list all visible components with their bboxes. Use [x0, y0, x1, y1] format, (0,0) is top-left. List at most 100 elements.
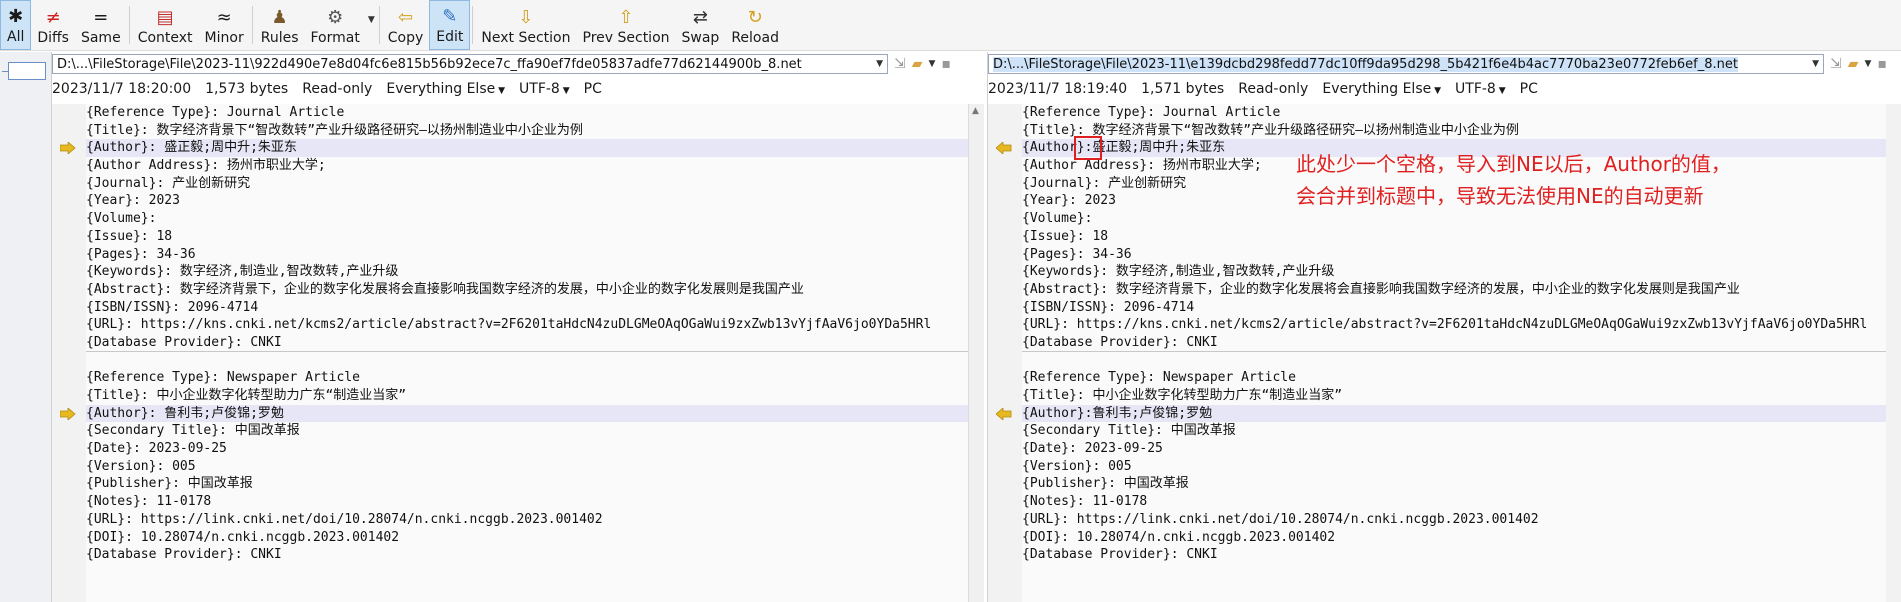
approx-icon: ≈ [216, 6, 232, 28]
right-datetime: 2023/11/7 18:19:40 [988, 81, 1128, 97]
diff-arrow-right-icon[interactable] [60, 142, 76, 155]
asterisk-icon: ✱ [8, 5, 24, 27]
left-text-area[interactable]: {Reference Type}: Journal Article {Title}… [52, 104, 984, 602]
right-open-folder-icon[interactable]: ▰ [1848, 56, 1859, 72]
text-line[interactable]: {Author Address}: 扬州市职业大学; [86, 157, 968, 175]
left-path-input[interactable]: D:\...\FileStorage\File\2023-11\922d490e… [52, 54, 888, 74]
text-line[interactable]: {Database Provider}: CNKI [1022, 334, 1886, 352]
annotation-text: 此处少一个空格，导入到NE以后，Author的值， 会合并到标题中，导致无法使用… [1296, 148, 1816, 212]
text-line[interactable]: {Database Provider}: CNKI [86, 546, 968, 564]
text-line[interactable]: {URL}: https://link.cnki.net/doi/10.2807… [86, 511, 968, 529]
right-path-text: D:\...\FileStorage\File\2023-11\e139dcbd… [993, 56, 1738, 72]
next-section-button[interactable]: ⇩ Next Section [475, 0, 576, 50]
left-eol: PC [583, 81, 602, 97]
text-line[interactable]: {Author}: 鲁利韦;卢俊锦;罗勉 [86, 404, 968, 423]
reload-button[interactable]: ↻ Reload [725, 0, 785, 50]
chevron-down-icon[interactable]: ▼ [876, 59, 883, 69]
right-arrow-column [988, 104, 1022, 602]
left-folder-dropdown-icon[interactable]: ▼ [929, 59, 936, 69]
text-line[interactable]: {Volume}: [1022, 210, 1886, 228]
text-line[interactable]: {Title}: 中小企业数字化转型助力广东“制造业当家” [86, 387, 968, 405]
text-line[interactable]: {ISBN/ISSN}: 2096-4714 [1022, 299, 1886, 317]
right-save-icon[interactable]: ▪ [1877, 56, 1887, 72]
left-encoding-dropdown[interactable]: UTF-8 [519, 81, 570, 97]
same-button[interactable]: = Same [75, 0, 127, 50]
diff-arrow-left-icon[interactable] [996, 142, 1012, 155]
left-size: 1,573 bytes [205, 81, 289, 97]
text-line[interactable]: {Issue}: 18 [1022, 228, 1886, 246]
text-line[interactable]: {Database Provider}: CNKI [86, 334, 968, 352]
text-line[interactable]: {Abstract}: 数字经济背景下，企业的数字化发展将会直接影响我国数字经济… [86, 281, 968, 299]
overview-viewport-box[interactable] [8, 62, 46, 80]
text-line[interactable]: {Database Provider}: CNKI [1022, 546, 1886, 564]
text-line[interactable]: {Pages}: 34-36 [86, 246, 968, 264]
left-browse-arrow-icon[interactable]: ⇲ [894, 56, 906, 72]
text-line[interactable]: {URL}: https://link.cnki.net/doi/10.2807… [1022, 511, 1886, 529]
right-encoding-dropdown[interactable]: UTF-8 [1455, 81, 1506, 97]
text-line[interactable]: {Secondary Title}: 中国改革报 [86, 422, 968, 440]
text-line[interactable]: {Journal}: 产业创新研究 [86, 175, 968, 193]
diff-arrow-left-icon[interactable] [996, 407, 1012, 420]
text-line[interactable]: {URL}: https://kns.cnki.net/kcms2/articl… [1022, 316, 1886, 334]
text-line[interactable]: {DOI}: 10.28074/n.cnki.ncggb.2023.001402 [86, 529, 968, 547]
text-line[interactable]: {Title}: 数字经济背景下“智改数转”产业升级路径研究—以扬州制造业中小企… [1022, 122, 1886, 140]
right-browse-arrow-icon[interactable]: ⇲ [1830, 56, 1842, 72]
text-line[interactable]: {Keywords}: 数字经济,制造业,智改数转,产业升级 [1022, 263, 1886, 281]
text-line[interactable]: {Reference Type}: Newspaper Article [1022, 369, 1886, 387]
rules-button[interactable]: ♟ Rules [255, 0, 305, 50]
swap-button[interactable]: ⇄ Swap [676, 0, 726, 50]
text-line[interactable]: {Publisher}: 中国改革报 [86, 475, 968, 493]
text-line[interactable]: {Date}: 2023-09-25 [1022, 440, 1886, 458]
copy-button[interactable]: ⇦ Copy [382, 0, 430, 50]
text-line[interactable]: {URL}: https://kns.cnki.net/kcms2/articl… [86, 316, 968, 334]
text-line[interactable]: {Issue}: 18 [86, 228, 968, 246]
left-save-icon[interactable]: ▪ [941, 56, 951, 72]
text-line[interactable]: {Abstract}: 数字经济背景下，企业的数字化发展将会直接影响我国数字经济… [1022, 281, 1886, 299]
left-vertical-scrollbar[interactable]: ▲ [968, 104, 984, 602]
scroll-up-icon[interactable]: ▲ [972, 106, 979, 116]
text-line[interactable] [1022, 352, 1886, 370]
equal-icon: = [93, 6, 109, 28]
text-line[interactable]: {Title}: 数字经济背景下“智改数转”产业升级路径研究—以扬州制造业中小企… [86, 122, 968, 140]
left-open-folder-icon[interactable]: ▰ [912, 56, 923, 72]
context-button[interactable]: ▤ Context [132, 0, 199, 50]
diff-arrow-right-icon[interactable] [60, 407, 76, 420]
overview-gutter[interactable] [0, 52, 52, 602]
text-line[interactable]: {Notes}: 11-0178 [86, 493, 968, 511]
left-lines[interactable]: {Reference Type}: Journal Article {Title}… [86, 104, 968, 602]
text-line[interactable]: {Reference Type}: Journal Article [86, 104, 968, 122]
right-folder-dropdown-icon[interactable]: ▼ [1865, 59, 1872, 69]
text-line[interactable]: {Keywords}: 数字经济,制造业,智改数转,产业升级 [86, 263, 968, 281]
text-line[interactable]: {Notes}: 11-0178 [1022, 493, 1886, 511]
text-line[interactable]: {Version}: 005 [86, 458, 968, 476]
chevron-down-icon[interactable]: ▼ [1812, 59, 1819, 69]
right-path-input[interactable]: D:\...\FileStorage\File\2023-11\e139dcbd… [988, 54, 1824, 74]
minor-button[interactable]: ≈ Minor [199, 0, 250, 50]
prev-section-button[interactable]: ⇧ Prev Section [577, 0, 676, 50]
text-line[interactable]: {Reference Type}: Journal Article [1022, 104, 1886, 122]
edit-button[interactable]: ✎ Edit [429, 0, 471, 50]
edit-pencil-icon: ✎ [442, 5, 458, 27]
text-line[interactable]: {Year}: 2023 [86, 192, 968, 210]
text-line[interactable] [86, 352, 968, 370]
text-line[interactable]: {Secondary Title}: 中国改革报 [1022, 422, 1886, 440]
diffs-button[interactable]: ≠ Diffs [31, 0, 75, 50]
text-line[interactable]: {Author}:鲁利韦;卢俊锦;罗勉 [1022, 404, 1886, 423]
text-line[interactable]: {Reference Type}: Newspaper Article [86, 369, 968, 387]
text-line[interactable]: {Title}: 中小企业数字化转型助力广东“制造业当家” [1022, 387, 1886, 405]
text-line[interactable]: {Date}: 2023-09-25 [86, 440, 968, 458]
format-dropdown-icon[interactable]: ▼ [366, 0, 377, 50]
right-filter-dropdown[interactable]: Everything Else [1322, 81, 1441, 97]
left-filter-dropdown[interactable]: Everything Else [386, 81, 505, 97]
toolbar-button-label: Copy [387, 30, 424, 46]
text-line[interactable]: {Author}: 盛正毅;周中升;朱亚东 [86, 139, 968, 158]
toolbar-button-label: Diffs [37, 30, 69, 46]
text-line[interactable]: {Pages}: 34-36 [1022, 246, 1886, 264]
text-line[interactable]: {DOI}: 10.28074/n.cnki.ncggb.2023.001402 [1022, 529, 1886, 547]
text-line[interactable]: {Volume}: [86, 210, 968, 228]
text-line[interactable]: {Version}: 005 [1022, 458, 1886, 476]
all-button[interactable]: ✱ All [0, 0, 32, 50]
text-line[interactable]: {Publisher}: 中国改革报 [1022, 475, 1886, 493]
text-line[interactable]: {ISBN/ISSN}: 2096-4714 [86, 299, 968, 317]
format-button[interactable]: ⚙ Format [305, 0, 366, 50]
